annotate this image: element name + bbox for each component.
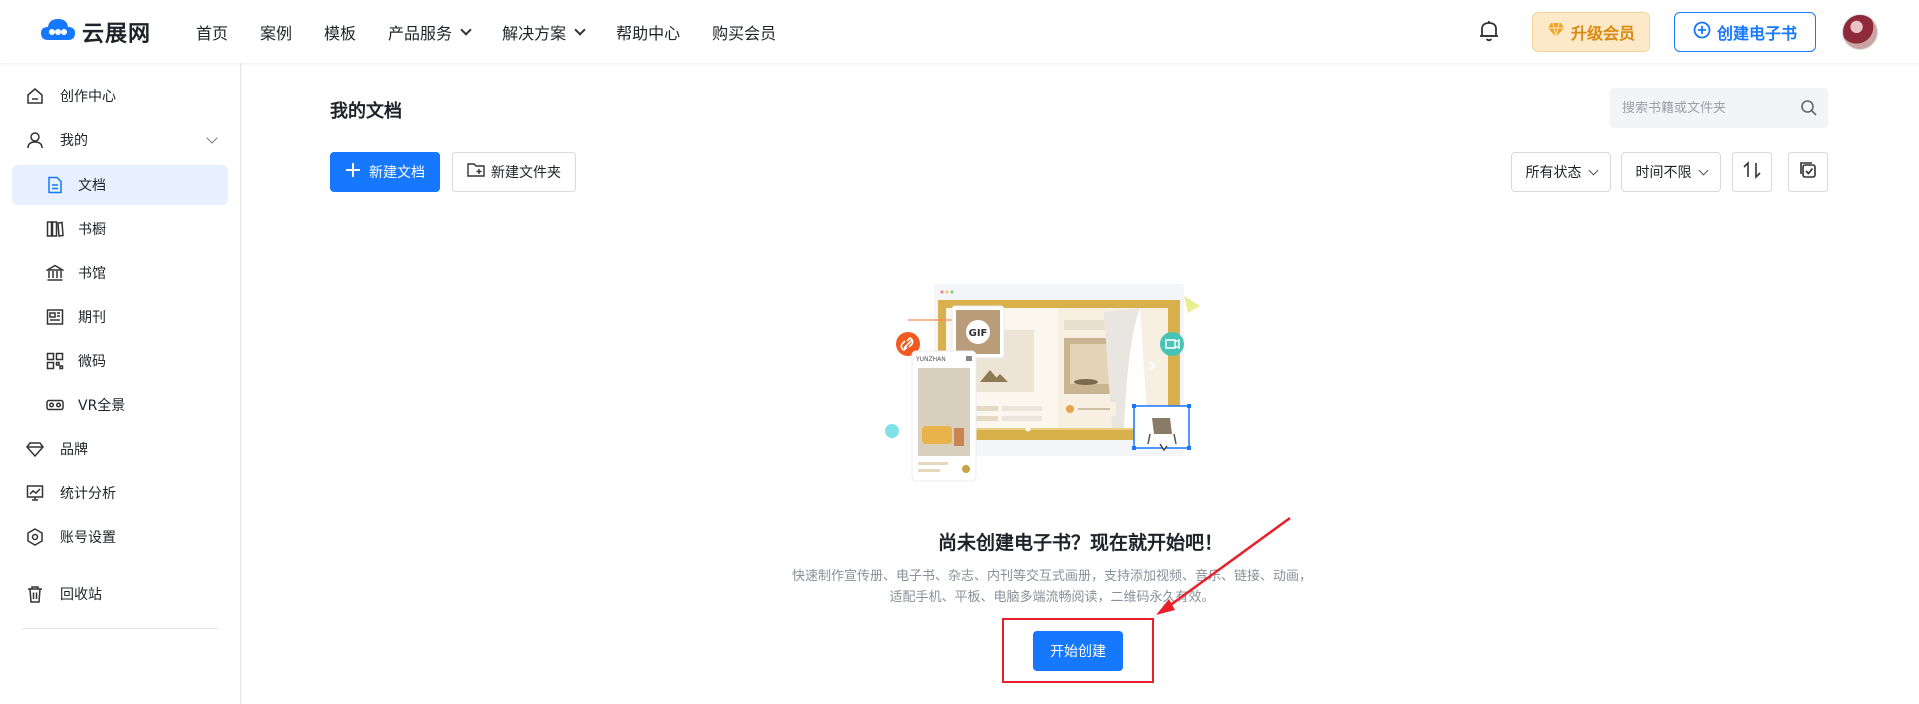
search-input[interactable] (1622, 100, 1798, 116)
nav-label: 解决方案 (502, 23, 567, 43)
batch-select-button[interactable] (1788, 152, 1828, 192)
chart-icon (26, 484, 44, 502)
avatar[interactable] (1842, 14, 1878, 50)
nav-cases[interactable]: 案例 (260, 20, 292, 44)
chevron-down-icon (460, 23, 472, 36)
empty-desc-line: 快速制作宣传册、电子书、杂志、内刊等交互式画册，支持添加视频、音乐、链接、动画， (791, 569, 1312, 584)
sidebar-item-journal[interactable]: 期刊 (12, 297, 228, 337)
empty-state-illustration: GIF YUNZHAN (878, 278, 1218, 503)
empty-state-title: 尚未创建电子书？现在就开始吧！ (937, 532, 1223, 554)
nav-label: 产品服务 (388, 23, 453, 43)
nav-label: 模板 (324, 23, 357, 43)
sidebar-item-library[interactable]: 书馆 (12, 253, 228, 293)
gif-badge-text: GIF (969, 328, 988, 339)
status-filter-select[interactable]: 所有状态 (1511, 152, 1611, 192)
nav-label: 案例 (260, 23, 293, 43)
sidebar-item-account-settings[interactable]: 账号设置 (12, 517, 228, 557)
upgrade-label: 升级会员 (1570, 24, 1635, 43)
diamond-icon (1547, 22, 1565, 42)
sidebar-item-recycle-bin[interactable]: 回收站 (12, 574, 228, 614)
sidebar-item-label: 文档 (78, 178, 106, 194)
plus-circle-icon (1693, 21, 1711, 43)
top-bar: 云展网 首页 案例 模板 产品服务 解决方案 帮助中心 购买会员 升级会员 创建… (0, 0, 1919, 63)
new-document-button[interactable]: 新建文档 (330, 152, 440, 192)
sidebar-item-label: 回收站 (60, 587, 102, 603)
search-icon[interactable] (1800, 99, 1818, 121)
folder-add-icon (467, 162, 485, 182)
main-nav: 首页 案例 模板 产品服务 解决方案 帮助中心 购买会员 (196, 0, 808, 63)
nav-templates[interactable]: 模板 (324, 20, 356, 44)
nav-help[interactable]: 帮助中心 (616, 20, 680, 44)
brand-name: 云展网 (82, 22, 152, 47)
main-panel: 我的文档 新建文档 新建文件夹 所有状态 时间不限 (242, 63, 1919, 704)
sidebar-item-brand[interactable]: 品牌 (12, 429, 228, 469)
bookshelf-icon (46, 220, 64, 238)
vr-icon (46, 396, 64, 414)
plus-icon (345, 162, 361, 182)
chevron-down-icon (1588, 165, 1598, 175)
new-doc-label: 新建文档 (369, 165, 425, 181)
sort-icon (1742, 160, 1762, 184)
sidebar-item-microcode[interactable]: 微码 (12, 341, 228, 381)
new-folder-button[interactable]: 新建文件夹 (452, 152, 576, 192)
chevron-down-icon (574, 23, 586, 36)
multi-select-icon (1798, 160, 1818, 184)
sidebar-item-label: 账号设置 (60, 530, 116, 546)
nav-home[interactable]: 首页 (196, 20, 228, 44)
nav-label: 首页 (196, 23, 229, 43)
document-icon (46, 176, 64, 194)
sidebar-item-label: 期刊 (78, 310, 106, 326)
empty-state-description: 快速制作宣传册、电子书、杂志、内刊等交互式画册，支持添加视频、音乐、链接、动画，… (772, 566, 1332, 608)
sidebar-item-label: 统计分析 (60, 486, 116, 502)
home-icon (26, 87, 44, 105)
notification-bell-icon[interactable] (1476, 18, 1502, 44)
new-folder-label: 新建文件夹 (491, 165, 561, 181)
logo[interactable]: 云展网 (40, 16, 151, 48)
sidebar-item-label: 创作中心 (60, 89, 116, 105)
sidebar-item-bookshelf[interactable]: 书橱 (12, 209, 228, 249)
sidebar-divider (22, 628, 218, 629)
trash-icon (26, 585, 44, 603)
status-filter-value: 所有状态 (1525, 165, 1582, 181)
diamond-icon (26, 440, 44, 458)
qrcode-icon (46, 352, 64, 370)
start-create-button[interactable]: 开始创建 (1033, 631, 1123, 671)
library-icon (46, 264, 64, 282)
cloud-logo-icon (40, 16, 76, 48)
sidebar-item-label: 品牌 (60, 442, 88, 458)
sidebar: 创作中心 我的 文档 书橱 书馆 期刊 微码 VR全景 品牌 统计分析 账号设置 (0, 63, 241, 704)
upgrade-membership-button[interactable]: 升级会员 (1532, 12, 1650, 52)
settings-icon (26, 528, 44, 546)
nav-buy-membership[interactable]: 购买会员 (712, 20, 776, 44)
sidebar-item-label: VR全景 (78, 398, 126, 414)
sidebar-item-label: 微码 (78, 354, 106, 370)
sidebar-item-analytics[interactable]: 统计分析 (12, 473, 228, 513)
sidebar-item-documents[interactable]: 文档 (12, 165, 228, 205)
empty-desc-line: 适配手机、平板、电脑多端流畅阅读，二维码永久有效。 (889, 590, 1215, 605)
sidebar-item-creation-center[interactable]: 创作中心 (12, 76, 228, 116)
time-filter-value: 时间不限 (1635, 165, 1692, 181)
search-box (1610, 88, 1828, 128)
sidebar-item-label: 我的 (60, 133, 88, 149)
sidebar-item-vr-panorama[interactable]: VR全景 (12, 385, 228, 425)
mini-brand-text: YUNZHAN (915, 356, 946, 363)
journal-icon (46, 308, 64, 326)
nav-label: 帮助中心 (616, 23, 681, 43)
sort-button[interactable] (1732, 152, 1772, 192)
nav-label: 购买会员 (712, 23, 777, 43)
create-ebook-button[interactable]: 创建电子书 (1674, 12, 1816, 52)
user-icon (26, 131, 44, 149)
create-book-label: 创建电子书 (1716, 24, 1797, 43)
chevron-down-icon (206, 132, 218, 144)
nav-solutions[interactable]: 解决方案 (502, 20, 586, 44)
sidebar-item-mine[interactable]: 我的 (12, 120, 228, 160)
nav-products[interactable]: 产品服务 (388, 20, 472, 44)
sidebar-item-label: 书橱 (78, 222, 106, 238)
chevron-down-icon (1698, 165, 1708, 175)
time-filter-select[interactable]: 时间不限 (1621, 152, 1721, 192)
sidebar-item-label: 书馆 (78, 266, 106, 282)
page-title: 我的文档 (330, 101, 402, 122)
